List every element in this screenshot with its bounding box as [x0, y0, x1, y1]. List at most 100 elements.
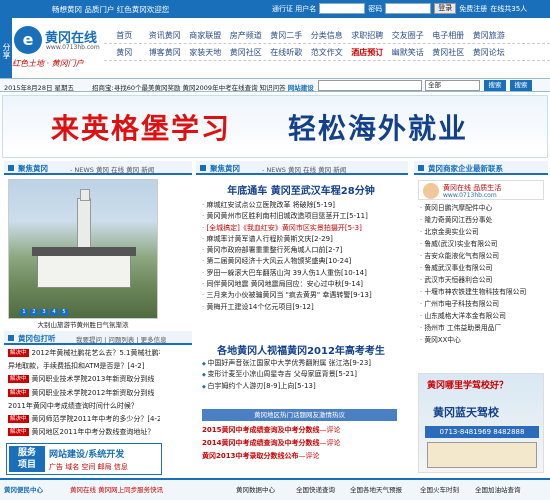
headline-1[interactable]: 年底通车 黄冈至武汉车程28分钟	[202, 182, 400, 197]
nav-item[interactable]: 求职招聘	[347, 30, 388, 41]
news-item[interactable]: 中国好声音张江国家中大学优秀翻附属 张江洛[9-23]	[202, 358, 400, 369]
list-item[interactable]: 解决中 黄冈职业技术学院2013年新资取分到线	[8, 373, 160, 386]
nav-item[interactable]: 黄冈论坛	[469, 47, 510, 58]
photo-caption[interactable]: 大别山旅游节黄州胜日气氛渐浓	[8, 319, 158, 329]
exam-link[interactable]: 2014黄冈中考成绩查询及中考分数线—评论	[202, 438, 400, 449]
news-item[interactable]: 麻城率计黄军谱人行程阶黄斯文庆[2-29]	[202, 234, 400, 245]
company-item[interactable]: 隆力奇黄冈江西分事处	[420, 214, 546, 226]
service-line-1: 网站建设/系统开发	[49, 450, 125, 460]
nav-item[interactable]: 分类信息	[307, 30, 348, 41]
slide-dot[interactable]: 4	[50, 309, 58, 316]
site-ad[interactable]: 黄冈在线 品质生活 www.0713hb.com	[418, 180, 544, 200]
footer-link-4[interactable]: 全国各地天气预报	[350, 484, 402, 494]
headline-2[interactable]: 各地黄冈人视福黄冈2012年高考考生	[202, 342, 400, 357]
left-section-tabs[interactable]: - NEWS 黄冈 在线 黄冈 新闻	[70, 164, 154, 174]
slide-dot[interactable]: 1	[20, 309, 28, 316]
news-item[interactable]: 黄冈市政府部署重重整行死角城人口前[2-7]	[202, 245, 400, 256]
ticker-bold-link[interactable]: 网站建设	[288, 84, 314, 92]
exam-link[interactable]: 黄冈2013中考录取分数线公布—评论	[202, 451, 400, 462]
nav-item[interactable]: 范文作文	[307, 47, 348, 58]
list-item[interactable]: 解决中 黄冈职业技术学院2012年新资取分到线	[8, 386, 160, 399]
register-link[interactable]: 免费注册	[459, 4, 487, 14]
footer-link-6[interactable]: 全国加油站查询	[475, 484, 521, 494]
news-item[interactable]: [全城搞定]《我血红安》黄冈市区实景拍摄开[5-3]	[202, 223, 400, 234]
nav-item[interactable]: 商家联盟	[185, 30, 226, 41]
nav-item[interactable]: 资讯黄冈	[145, 30, 186, 41]
nav-item[interactable]: 家装天地	[185, 47, 226, 58]
search-input[interactable]	[318, 80, 422, 91]
news-item[interactable]: 同伴黄冈地震 黄冈地震局回应：安心过中秋[9-14]	[202, 279, 400, 290]
username-input[interactable]	[319, 3, 366, 14]
news-item[interactable]: 三月来为小伙被骗黄冈当 "疯去黄男" 幸遇转警[9-13]	[202, 290, 400, 301]
login-button[interactable]: 登录	[434, 3, 457, 14]
nav-item[interactable]: 房产频道	[226, 30, 267, 41]
news-item[interactable]: 麻城红安试点公立医院改革 将破除[5-19]	[202, 200, 400, 211]
baodating-tabs[interactable]: 我要提问 | 问题列表 | 更多信息	[76, 334, 167, 344]
list-item[interactable]: 异地取款，手续费抵扣和ATM是否是？[4-2]	[8, 359, 160, 372]
company-item[interactable]: 黄冈XX中心	[420, 334, 546, 346]
slide-dot[interactable]: 5	[60, 309, 68, 316]
nav-item[interactable]: 黄冈社区	[428, 47, 469, 58]
exam-link[interactable]: 2015黄冈中考成绩查询及中考分数线—评论	[202, 425, 400, 436]
slide-dot[interactable]: 3	[40, 309, 48, 316]
memorial-gate	[32, 247, 136, 288]
driving-school-ad[interactable]: 黄冈哪里学驾校好？ 黄冈蓝天驾校 0713-8481969 8482888	[418, 373, 544, 473]
nav-item[interactable]: 黄冈	[104, 47, 145, 58]
ad-banner[interactable]: 来英格堡学习 轻松海外就业	[2, 95, 548, 158]
footer-link-3[interactable]: 全国快递查询	[296, 484, 335, 494]
featured-photo[interactable]	[8, 179, 158, 319]
list-item[interactable]: 2011年黄冈中考成绩查询时间什么时候？	[8, 399, 160, 412]
news-item[interactable]: 罗田一躲滚大巴车翻落山沟 39人伤1人重伤[10-14]	[202, 268, 400, 279]
company-item[interactable]: 扬州市 工伟益助景用品厂	[420, 322, 546, 334]
news-item[interactable]: 黄冈黄州市区胜利南村旧城改造项目篮茎开工[5-11]	[202, 211, 400, 222]
nav-item[interactable]: 电子相册	[428, 30, 469, 41]
search-category-select[interactable]: 全部	[425, 80, 480, 91]
company-item[interactable]: 十堰市神农铁建生物科技有限公司	[420, 286, 546, 298]
company-item[interactable]: 北京金奥实业公司	[420, 226, 546, 238]
nav-item[interactable]: 交友圈子	[388, 30, 429, 41]
comment-link[interactable]: —评论	[319, 439, 340, 447]
service-label-2: 项目	[17, 460, 36, 470]
list-item-text: 黄冈地区2011年中考分数线查询地址？	[31, 428, 155, 437]
news-ticker[interactable]: 招商宝:寻找60个最美黄冈奖励 黄冈2009年中考在线查询 知识问答 网站建设	[92, 82, 314, 92]
search-button-2[interactable]: 搜索	[510, 80, 532, 91]
company-item[interactable]: 山东威格大洋本金有限公司	[420, 310, 546, 322]
nav-item[interactable]: 黄冈社区	[226, 47, 267, 58]
nav-item[interactable]: 酒店预订	[347, 47, 388, 58]
service-box[interactable]: 服务 项目 网站建设/系统开发 广告 域名 空间 邮局 信息	[6, 443, 162, 475]
company-item[interactable]: 吉安众能液化气有限公司	[420, 250, 546, 262]
list-item[interactable]: 解决中 黄冈地区2011年中考分数线查询地址？	[8, 426, 160, 439]
share-tab[interactable]: 分享	[0, 18, 12, 78]
footer-link-5[interactable]: 全国火车时刻	[420, 484, 459, 494]
footer-link-2[interactable]: 黄冈数据中心	[236, 484, 275, 494]
news-item[interactable]: 变形计麦至小凉山周星寺吉 父母家庭背景[5-21]	[202, 369, 400, 380]
company-item[interactable]: 鲁威(武汉)实业有限公司	[420, 238, 546, 250]
company-item[interactable]: 黄冈日鹏汽摩配件中心	[420, 202, 546, 214]
news-item[interactable]: 白宇姆约个人游刃[8-9]上向[5-13]	[202, 381, 400, 392]
password-input[interactable]	[385, 3, 432, 14]
company-item[interactable]: 武汉市天恒器利合公司	[420, 274, 546, 286]
center-section-tabs[interactable]: - NEWS 黄冈 在线 黄冈 新闻	[262, 164, 346, 174]
comment-link[interactable]: —评论	[298, 452, 319, 460]
news-item[interactable]: 黄梅开工建设14个亿元项目[9-12]	[202, 302, 400, 313]
site-logo[interactable]: e 黄冈在线 www.0713hb.com	[14, 26, 106, 58]
slideshow-dots[interactable]: 12345	[20, 309, 68, 316]
list-item[interactable]: 解决中 黄冈师范学院2011年中考的多少分？[4-2]	[8, 412, 160, 425]
nav-item[interactable]: 幽默笑话	[388, 47, 429, 58]
avatar-icon	[423, 183, 439, 199]
company-item[interactable]: 鲁威武汉事业有限公司	[420, 262, 546, 274]
list-item[interactable]: 解决中 2012年黄械社鹏花艺么去？5.1黄械社鹏花	[8, 346, 160, 359]
footer-link-1[interactable]: 黄冈在线 黄冈网上同步服务快讯	[70, 484, 163, 494]
nav-item[interactable]: 在线听歌	[266, 47, 307, 58]
slide-dot[interactable]: 2	[30, 309, 38, 316]
nav-item[interactable]: 黄冈旅游	[469, 30, 510, 41]
company-item[interactable]: 广州市电子科技有限公司	[420, 298, 546, 310]
comment-link[interactable]: —评论	[319, 426, 340, 434]
service-line-2: 广告 域名 空间 邮局 信息	[49, 463, 128, 471]
search-button[interactable]: 搜索	[484, 80, 506, 91]
nav-item[interactable]: 黄冈二手	[266, 30, 307, 41]
nav-item[interactable]: 首页	[104, 30, 145, 41]
nav-item[interactable]: 博客黄冈	[145, 47, 186, 58]
news-item[interactable]: 第二届黄冈经济十大风云人物颁奖盛典[10-24]	[202, 256, 400, 267]
hot-topics-bar[interactable]: 黄冈地区热门话题网友激情热议	[202, 409, 397, 421]
